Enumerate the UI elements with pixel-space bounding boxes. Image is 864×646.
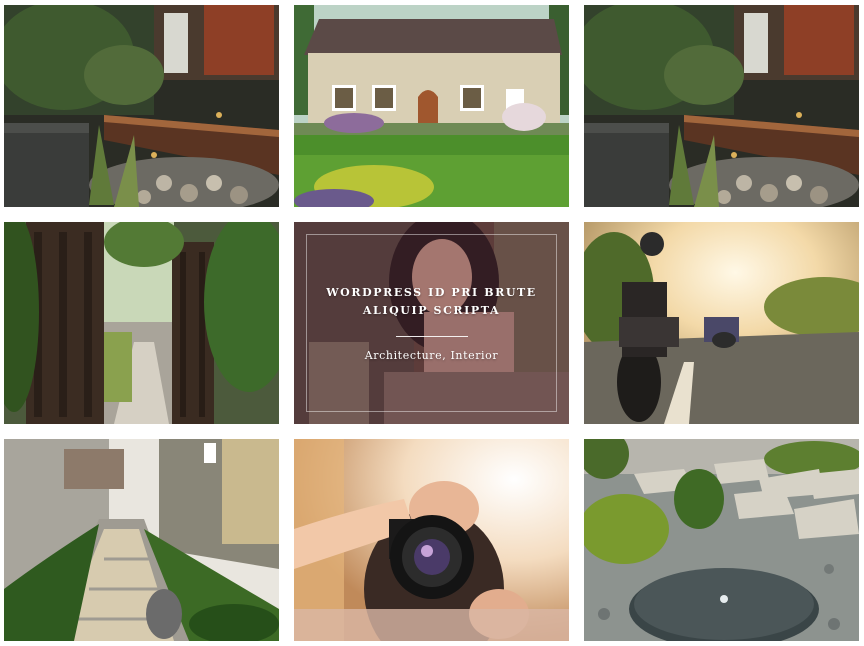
- stone-cottage-image: [294, 5, 569, 207]
- garden-deck-image: [4, 5, 279, 207]
- gallery-item-6[interactable]: [584, 222, 859, 424]
- portfolio-grid: WORDPRESS ID PRI BRUTE ALIQUIP SCRIPTA A…: [0, 0, 864, 646]
- overlay-divider: [395, 336, 468, 337]
- stepping-stone-walkway-image: [4, 439, 279, 641]
- gallery-item-3[interactable]: [584, 5, 859, 207]
- hover-overlay: WORDPRESS ID PRI BRUTE ALIQUIP SCRIPTA A…: [294, 222, 569, 424]
- project-title[interactable]: WORDPRESS ID PRI BRUTE ALIQUIP SCRIPTA: [322, 284, 542, 320]
- motorcycle-image: [584, 222, 859, 424]
- wooden-gate-image: [4, 222, 279, 424]
- gallery-item-5[interactable]: WORDPRESS ID PRI BRUTE ALIQUIP SCRIPTA A…: [294, 222, 569, 424]
- garden-deck-image: [584, 5, 859, 207]
- gallery-item-7[interactable]: [4, 439, 279, 641]
- project-categories[interactable]: Architecture, Interior: [365, 349, 499, 362]
- gallery-item-4[interactable]: [4, 222, 279, 424]
- gallery-item-1[interactable]: [4, 5, 279, 207]
- gallery-item-2[interactable]: [294, 5, 569, 207]
- photographer-camera-image: [294, 439, 569, 641]
- garden-fountain-image: [584, 439, 859, 641]
- gallery-item-9[interactable]: [584, 439, 859, 641]
- overlay-frame: WORDPRESS ID PRI BRUTE ALIQUIP SCRIPTA A…: [306, 234, 557, 412]
- gallery-item-8[interactable]: [294, 439, 569, 641]
